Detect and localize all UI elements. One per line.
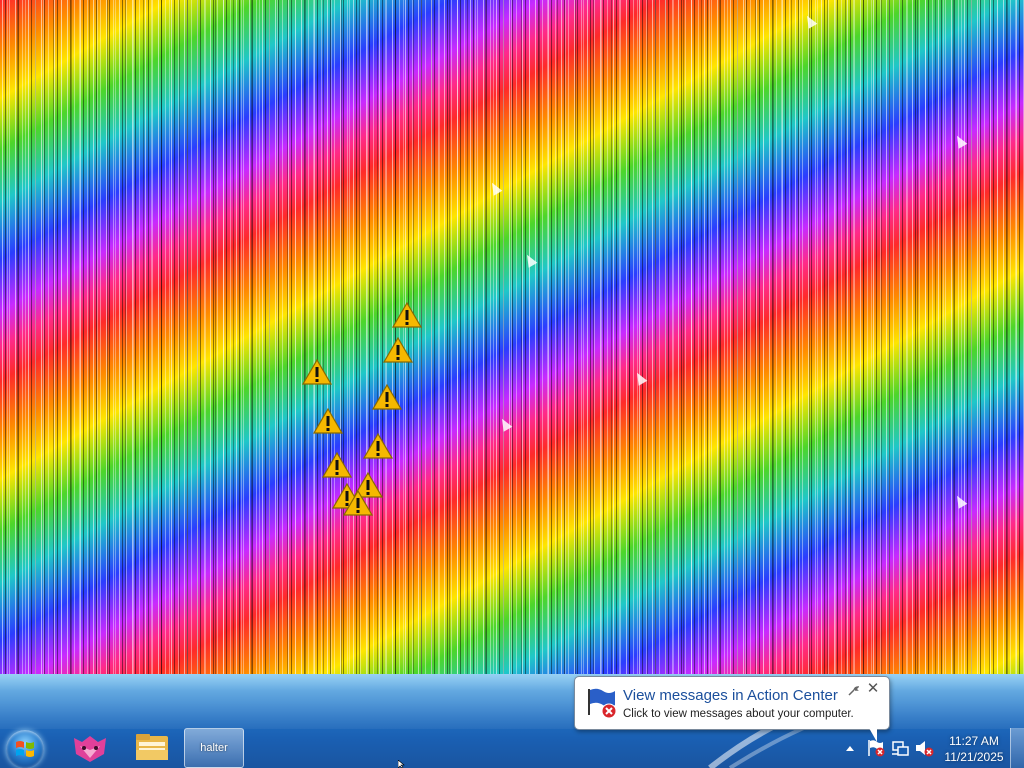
- warning-icon: [392, 302, 422, 328]
- windows-explorer-button[interactable]: [132, 728, 172, 766]
- notification-title[interactable]: View messages in Action Center: [623, 687, 838, 704]
- clock-time: 11:27 AM: [949, 734, 999, 748]
- mouse-pointer-icon: [398, 760, 405, 768]
- taskbar-window-halter[interactable]: halter: [184, 728, 244, 768]
- desktop-wallpaper[interactable]: [0, 0, 1024, 728]
- warning-icon: [322, 452, 352, 478]
- desktop-cursor-artifact: [952, 133, 968, 149]
- warning-icon: [313, 408, 343, 434]
- warning-icon: [302, 359, 332, 385]
- desktop-cursor-artifact: [487, 180, 503, 196]
- desktop-cursor-artifact: [497, 416, 513, 432]
- windows-logo-icon: [16, 741, 34, 757]
- desktop-cursor-artifact: [522, 252, 538, 268]
- pink-fox-icon: [74, 736, 106, 762]
- action-center-notification[interactable]: View messages in Action Center Click to …: [574, 676, 890, 742]
- start-button[interactable]: [6, 730, 44, 768]
- folder-icon: [136, 734, 168, 760]
- desktop-cursor-artifact: [802, 13, 818, 29]
- taskbar-pinned-app-button[interactable]: [70, 728, 110, 766]
- warning-icon: [372, 384, 402, 410]
- warning-icon: [363, 433, 393, 459]
- show-desktop-button[interactable]: [1010, 728, 1024, 768]
- clock-date: 11/21/2025: [944, 750, 1004, 764]
- taskbar-clock[interactable]: 11:27 AM 11/21/2025: [940, 733, 1008, 765]
- action-center-flag-icon[interactable]: [866, 738, 886, 758]
- warning-icon: [343, 490, 373, 516]
- notification-text: Click to view messages about your comput…: [623, 708, 854, 720]
- show-hidden-icons-arrow-icon[interactable]: [844, 738, 856, 758]
- desktop-cursor-artifact: [952, 493, 968, 509]
- wrench-icon[interactable]: [847, 685, 859, 697]
- network-icon[interactable]: [890, 738, 910, 758]
- volume-muted-icon[interactable]: [914, 738, 934, 758]
- desktop-cursor-artifact: [632, 370, 648, 386]
- warning-icon: [383, 337, 413, 363]
- action-center-flag-error-icon: [588, 688, 617, 719]
- notification-close-button[interactable]: ✕: [865, 681, 881, 697]
